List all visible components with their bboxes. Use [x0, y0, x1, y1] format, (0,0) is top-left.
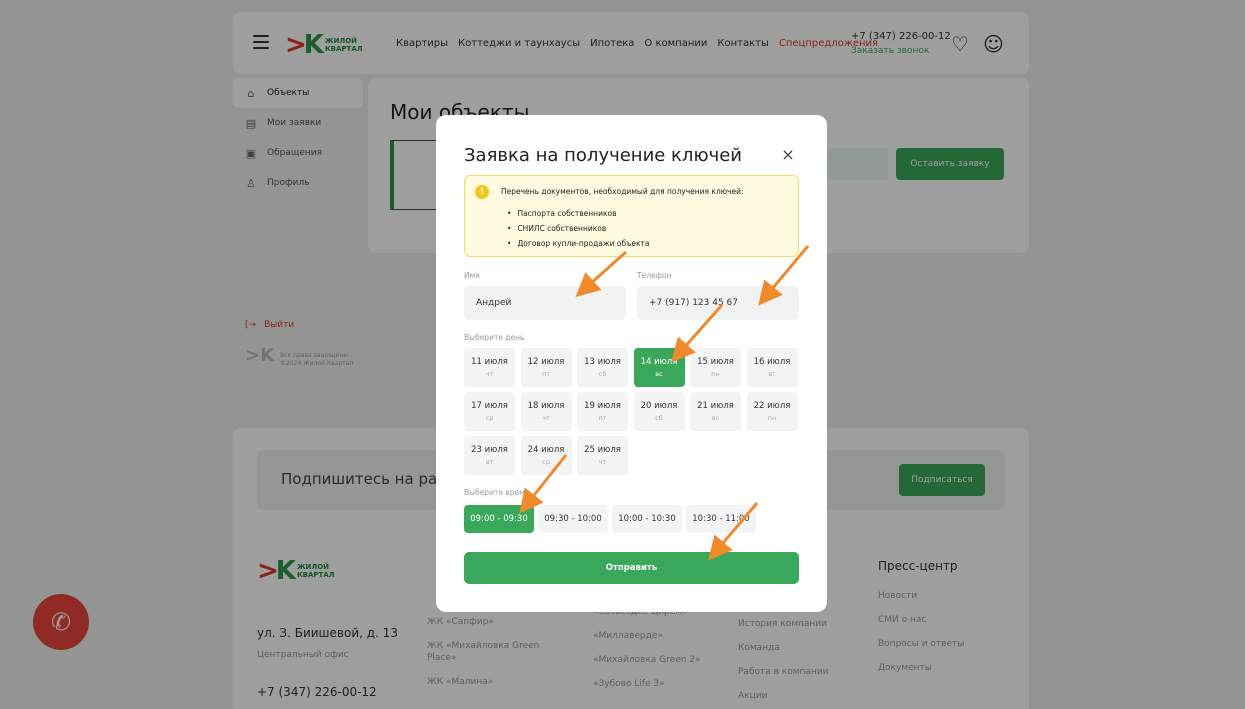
time-label: Выберите время	[464, 488, 530, 497]
day-weekday: сб	[655, 414, 663, 422]
day-option[interactable]: 23 июля вт	[464, 436, 515, 475]
modal-title: Заявка на получение ключей	[464, 145, 742, 166]
day-date: 21 июля	[697, 401, 734, 411]
day-option[interactable]: 18 июля чт	[520, 392, 572, 431]
notice-title: Перечень документов, необходимый для пол…	[501, 187, 744, 196]
day-date: 20 июля	[640, 401, 678, 411]
day-weekday: вс	[711, 414, 720, 422]
time-slot[interactable]: 10:30 - 11:00	[686, 505, 756, 533]
day-option[interactable]: 19 июля пт	[577, 392, 628, 431]
info-icon: !	[475, 185, 489, 199]
day-date: 24 июля	[527, 445, 565, 455]
day-option[interactable]: 13 июля сб	[577, 348, 628, 387]
day-weekday: вт	[485, 458, 494, 466]
day-weekday: пт	[598, 414, 607, 422]
day-option[interactable]: 21 июля вс	[690, 392, 741, 431]
list-item: СНИЛС собственников	[507, 221, 650, 236]
name-label: Имя	[464, 271, 480, 280]
day-option[interactable]: 24 июля ср	[520, 436, 572, 475]
time-slot[interactable]: 10:00 - 10:30	[612, 505, 682, 533]
day-weekday: ср	[485, 414, 494, 422]
phone-field[interactable]: +7 (917) 123 45 67	[637, 286, 799, 320]
documents-list: Паспорта собственников СНИЛС собственник…	[507, 206, 650, 251]
day-weekday: чт	[598, 458, 607, 466]
list-item: Паспорта собственников	[507, 206, 650, 221]
day-option[interactable]: 25 июля чт	[577, 436, 628, 475]
day-date: 16 июля	[753, 357, 791, 367]
name-field[interactable]: Андрей	[464, 286, 626, 320]
day-date: 14 июля	[640, 357, 678, 367]
day-option[interactable]: 17 июля ср	[464, 392, 515, 431]
day-option[interactable]: 15 июля пн	[690, 348, 741, 387]
time-slot[interactable]: 09:00 - 09:30	[464, 505, 534, 533]
day-weekday: вс	[655, 370, 663, 378]
day-date: 15 июля	[697, 357, 734, 367]
submit-button[interactable]: Отправить	[464, 552, 799, 584]
day-date: 19 июля	[584, 401, 621, 411]
day-weekday: пн	[767, 414, 777, 422]
day-date: 23 июля	[471, 445, 508, 455]
day-option[interactable]: 14 июля вс	[633, 348, 685, 387]
day-date: 13 июля	[584, 357, 621, 367]
keys-request-modal: Заявка на получение ключей × ! Перечень …	[436, 115, 827, 612]
day-weekday: чт	[542, 414, 550, 422]
day-option[interactable]: 12 июля пт	[520, 348, 572, 387]
day-date: 11 июля	[471, 357, 508, 367]
phone-label: Телефон	[637, 271, 672, 280]
day-option[interactable]: 11 июля чт	[464, 348, 515, 387]
list-item: Договор купли-продажи объекта	[507, 236, 649, 251]
day-weekday: сб	[598, 370, 607, 378]
close-icon[interactable]: ×	[778, 145, 798, 165]
day-weekday: ср	[542, 458, 550, 466]
day-option[interactable]: 22 июля пн	[746, 392, 798, 431]
documents-notice: ! Перечень документов, необходимый для п…	[464, 175, 799, 257]
time-slot[interactable]: 09:30 - 10:00	[538, 505, 608, 533]
day-weekday: чт	[485, 370, 494, 378]
day-weekday: пн	[711, 370, 720, 378]
day-weekday: пт	[541, 370, 551, 378]
day-weekday: вт	[768, 370, 776, 378]
day-date: 12 июля	[527, 357, 565, 367]
day-date: 18 июля	[527, 401, 565, 411]
day-date: 25 июля	[584, 445, 621, 455]
day-date: 22 июля	[753, 401, 791, 411]
day-label: Выберите день	[464, 333, 525, 342]
day-option[interactable]: 20 июля сб	[633, 392, 685, 431]
day-date: 17 июля	[471, 401, 508, 411]
day-option[interactable]: 16 июля вт	[746, 348, 798, 387]
